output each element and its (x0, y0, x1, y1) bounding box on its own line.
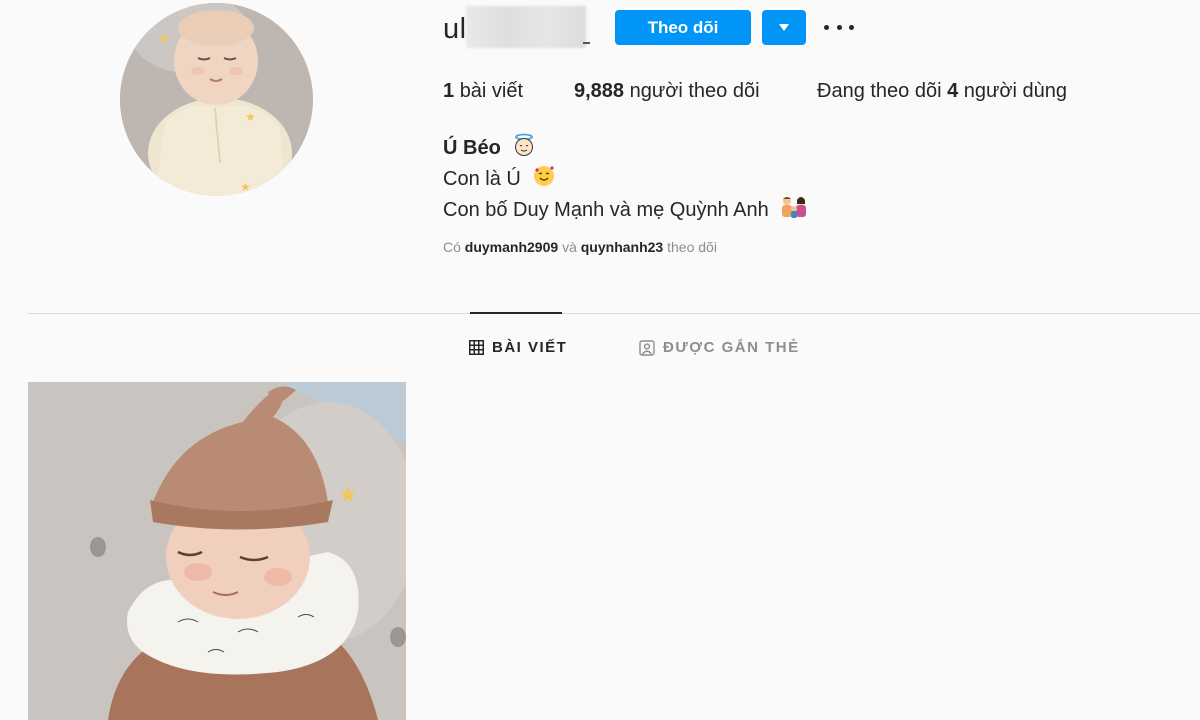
followed-by-user-2[interactable]: quynhanh23 (581, 239, 663, 255)
more-options-button[interactable] (824, 18, 854, 36)
more-dot-icon (836, 24, 842, 30)
svg-text:★: ★ (240, 180, 251, 194)
posts-label: bài viết (459, 80, 524, 102)
chevron-down-icon (779, 24, 789, 31)
smiling-hearts-emoji-icon (534, 166, 555, 186)
tab-tagged-label: ĐƯỢC GẮN THẺ (663, 339, 800, 356)
followers-count: 9,888 (574, 80, 625, 102)
baby-in-hat-photo: ★ (28, 382, 406, 720)
grid-icon (469, 340, 484, 355)
tabs-divider (28, 313, 1200, 314)
stat-following[interactable]: Đang theo dõi 4 người dùng (817, 80, 1067, 103)
bio-line-2: Con bố Duy Mạnh và mẹ Quỳnh Anh (443, 195, 808, 222)
username: ul (443, 13, 467, 45)
username-underscore (583, 42, 590, 44)
stat-posts: 1 bài viết (443, 80, 523, 103)
followed-by-prefix: Có (443, 239, 461, 255)
follow-button[interactable]: Theo dõi (615, 10, 751, 45)
followed-by-conjunction: và (562, 239, 577, 255)
tab-posts-label: BÀI VIẾT (492, 339, 568, 356)
family-emoji-icon (782, 197, 807, 218)
followers-label: người theo dõi (629, 80, 760, 102)
following-suffix: người dùng (963, 80, 1068, 102)
following-count: 4 (947, 80, 959, 102)
username-redaction (466, 6, 586, 48)
tagged-user-icon (639, 339, 655, 356)
tab-posts[interactable]: BÀI VIẾT (469, 339, 567, 356)
profile-avatar[interactable]: ★ ★ ★ (120, 3, 313, 196)
suggested-dropdown-button[interactable] (762, 10, 806, 45)
tab-tagged[interactable]: ĐƯỢC GẮN THẺ (639, 339, 800, 356)
svg-text:★: ★ (338, 482, 358, 507)
following-prefix: Đang theo dõi (817, 80, 942, 102)
more-dot-icon (824, 24, 829, 30)
stat-followers[interactable]: 9,888 người theo dõi (574, 80, 760, 103)
followed-by-user-1[interactable]: duymanh2909 (465, 239, 558, 255)
posts-count: 1 (443, 80, 455, 102)
profile-full-name: Ú Béo (443, 133, 536, 160)
baby-photo: ★ ★ ★ (120, 3, 312, 196)
svg-text:★: ★ (245, 110, 256, 124)
more-dot-icon (849, 24, 854, 30)
active-tab-indicator (470, 312, 562, 314)
bio-line-1: Con là Ú (443, 164, 556, 191)
bio-line-1-text: Con là Ú (443, 168, 521, 190)
bio-line-2-text: Con bố Duy Mạnh và mẹ Quỳnh Anh (443, 199, 769, 221)
followed-by-text: Có duymanh2909 và quynhanh23 theo dõi (443, 239, 717, 255)
followed-by-suffix: theo dõi (667, 239, 717, 255)
full-name-text: Ú Béo (443, 137, 501, 159)
post-thumbnail[interactable]: ★ (28, 382, 406, 720)
svg-text:★: ★ (158, 30, 171, 46)
angel-emoji-icon (515, 133, 534, 156)
